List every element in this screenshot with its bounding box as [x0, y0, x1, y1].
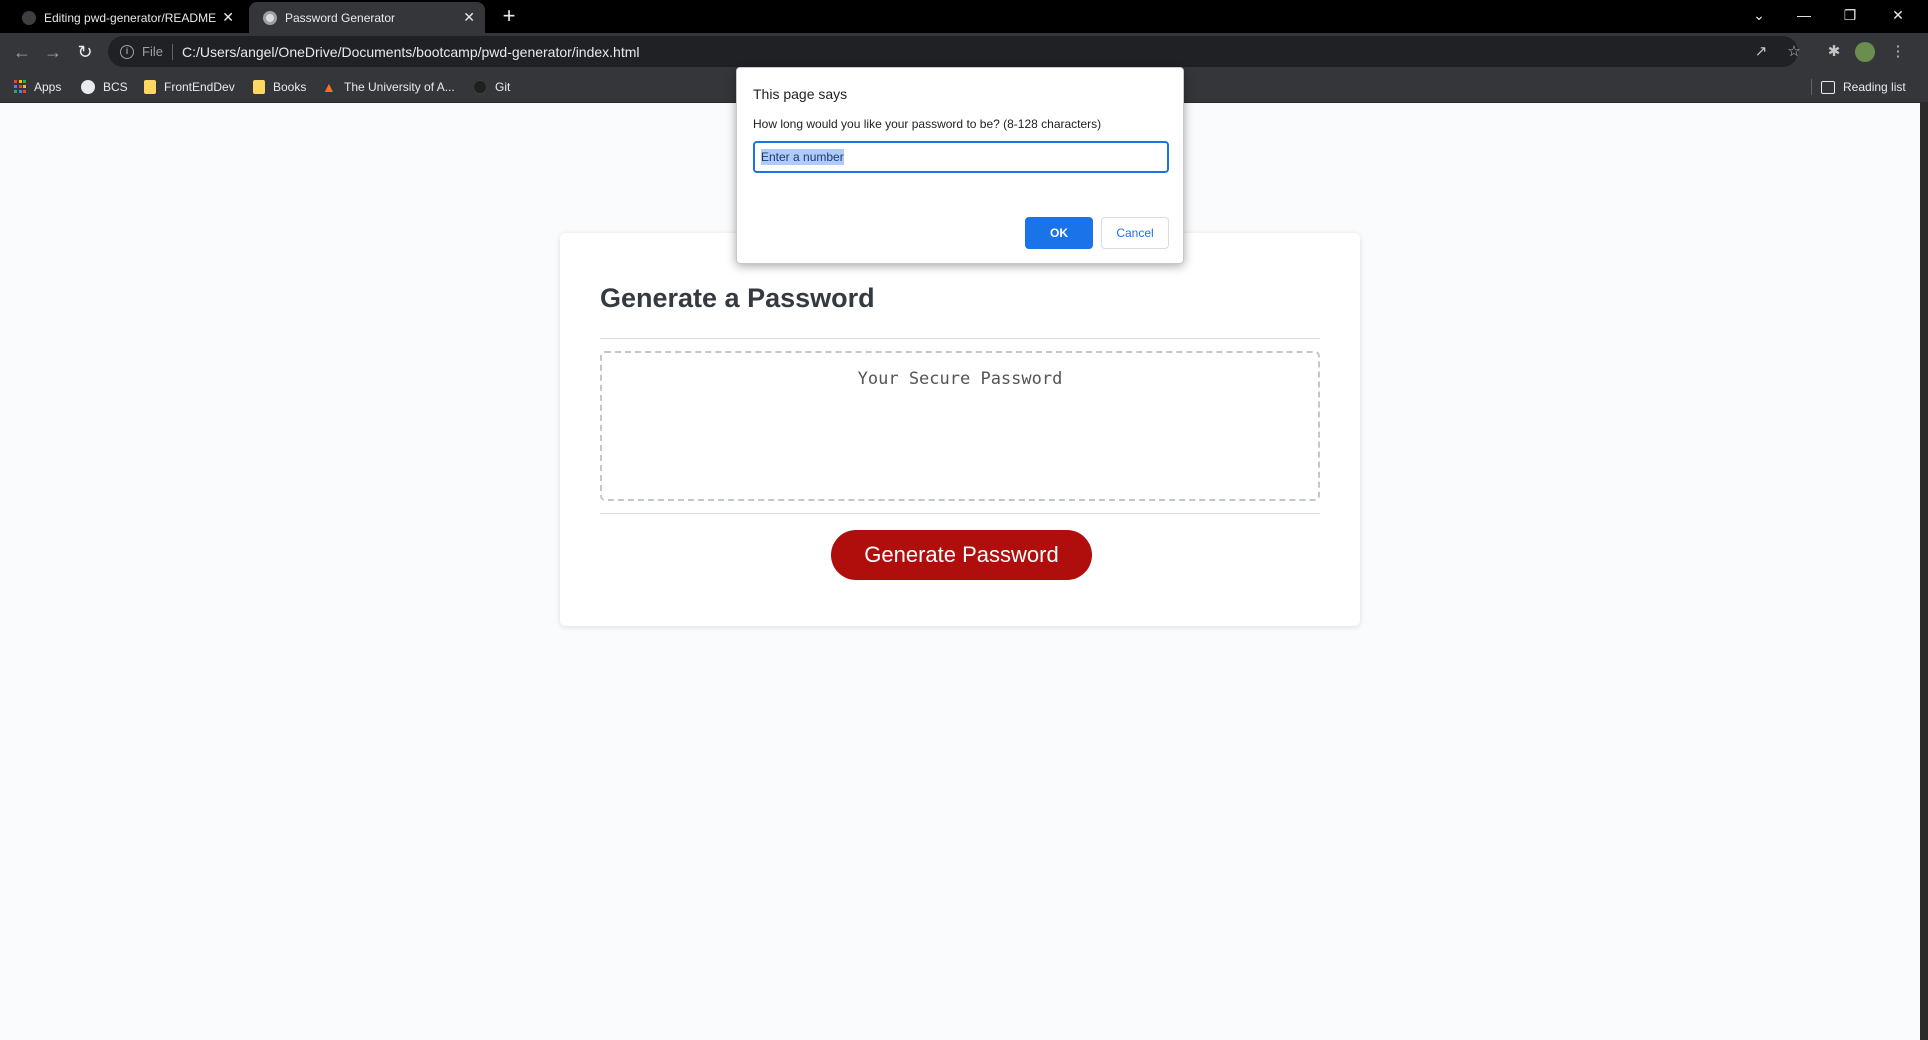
dialog-message: How long would you like your password to… — [753, 117, 1102, 131]
tab-close-icon[interactable]: ✕ — [222, 10, 234, 24]
reading-list-label: Reading list — [1843, 80, 1906, 94]
input-value: Enter a number — [761, 149, 844, 165]
divider — [1811, 79, 1812, 95]
divider — [171, 43, 173, 60]
password-length-input[interactable]: Enter a number — [753, 141, 1169, 173]
divider — [600, 338, 1320, 339]
tab-readme[interactable]: Editing pwd-generator/README ✕ — [8, 2, 244, 33]
password-output[interactable]: Your Secure Password — [600, 351, 1320, 501]
tab-title: Editing pwd-generator/README — [44, 10, 217, 25]
dialog-title: This page says — [753, 86, 848, 102]
folder-icon — [253, 80, 265, 94]
gitlab-icon: ▲ — [322, 79, 336, 95]
folder-icon — [144, 80, 156, 94]
bookmark-label: Books — [273, 80, 307, 94]
bookmark-label: The University of A... — [344, 80, 455, 94]
generate-password-button[interactable]: Generate Password — [831, 530, 1092, 580]
page-title: Generate a Password — [600, 283, 875, 313]
globe-icon — [81, 80, 95, 94]
divider — [600, 513, 1320, 514]
bookmark-university[interactable]: ▲ The University of A... — [322, 78, 455, 96]
bookmark-git[interactable]: Git — [473, 78, 510, 96]
reading-list-icon — [1821, 80, 1835, 94]
tab-title: Password Generator — [285, 10, 396, 25]
bookmark-label: Git — [495, 80, 511, 94]
forward-button[interactable]: → — [41, 40, 65, 64]
password-card: Generate a Password Your Secure Password… — [560, 233, 1360, 626]
bookmark-books[interactable]: Books — [253, 78, 306, 96]
extensions-icon[interactable]: ✱ — [1822, 40, 1846, 64]
apps-grid-icon — [14, 80, 26, 94]
bookmark-label: BCS — [103, 80, 128, 94]
address-bar[interactable]: i File C:/Users/angel/OneDrive/Documents… — [108, 36, 1798, 67]
ok-button[interactable]: OK — [1025, 217, 1093, 249]
scrollbar[interactable] — [1920, 103, 1928, 1040]
back-button[interactable]: ← — [10, 40, 34, 64]
menu-icon[interactable]: ⋮ — [1886, 40, 1910, 64]
profile-avatar[interactable] — [1855, 42, 1875, 62]
tab-search-icon[interactable]: ⌄ — [1737, 0, 1781, 30]
tab-close-icon[interactable]: ✕ — [463, 10, 475, 24]
bookmark-frontenddev[interactable]: FrontEndDev — [144, 78, 235, 96]
url-scheme: File — [142, 44, 163, 59]
github-favicon-icon — [22, 10, 36, 25]
url-text[interactable]: C:/Users/angel/OneDrive/Documents/bootca… — [182, 44, 640, 60]
navigation-bar: ← → ↻ i File C:/Users/angel/OneDrive/Doc… — [0, 33, 1928, 70]
bookmark-apps[interactable]: Apps — [14, 78, 61, 96]
prompt-dialog: This page says How long would you like y… — [736, 67, 1184, 264]
bookmark-star-icon[interactable]: ☆ — [1782, 40, 1806, 64]
bookmark-label: Apps — [34, 80, 62, 94]
minimize-button[interactable]: — — [1782, 0, 1826, 30]
tab-strip: Editing pwd-generator/README ✕ Password … — [0, 0, 1928, 33]
new-tab-button[interactable]: + — [497, 5, 521, 29]
reading-list-button[interactable]: Reading list — [1821, 78, 1906, 96]
reload-button[interactable]: ↻ — [73, 40, 97, 64]
restore-button[interactable]: ❐ — [1828, 0, 1872, 30]
cancel-button[interactable]: Cancel — [1101, 217, 1169, 249]
bookmark-label: FrontEndDev — [164, 80, 235, 94]
bookmark-bcs[interactable]: BCS — [81, 78, 128, 96]
share-icon[interactable]: ↗ — [1749, 40, 1773, 64]
globe-favicon-icon — [263, 10, 277, 25]
github-icon — [473, 80, 487, 94]
tab-password-generator[interactable]: Password Generator ✕ — [249, 2, 485, 33]
site-info-icon[interactable]: i — [120, 44, 134, 59]
close-window-button[interactable]: ✕ — [1876, 0, 1920, 30]
